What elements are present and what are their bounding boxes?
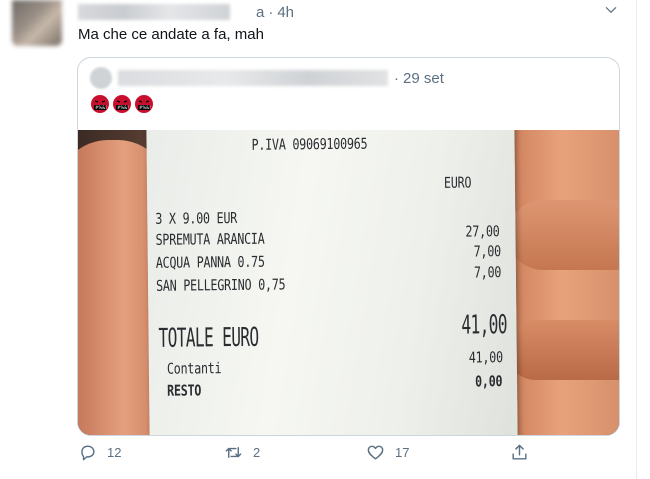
svg-text:#%&!: #%&!	[139, 105, 151, 110]
receipt-line-label: 3 X 9.00 EUR	[155, 208, 238, 228]
chevron-down-icon[interactable]	[604, 3, 618, 17]
reply-icon	[81, 445, 95, 461]
quoted-author-avatar	[90, 67, 112, 89]
svg-text:#%&!: #%&!	[117, 105, 129, 110]
share-button[interactable]	[510, 443, 539, 462]
timeline-divider	[636, 0, 637, 479]
like-button[interactable]: 17	[366, 443, 409, 462]
author-name-blurred[interactable]	[78, 4, 230, 20]
receipt-line-amount: 7,00	[473, 242, 502, 261]
photo-hand-fold	[508, 200, 619, 270]
like-count: 17	[395, 445, 410, 460]
receipt-line-label: ACQUA PANNA 0.75	[155, 252, 265, 272]
tweet-text: Ma che ce andate a fa, mah	[78, 26, 264, 43]
share-icon	[512, 444, 527, 460]
reply-button[interactable]: 12	[78, 443, 121, 462]
retweet-count: 2	[253, 445, 261, 460]
receipt-photo[interactable]: P.IVA 09069100965 EURO 3 X 9.00 EUR SPRE…	[78, 130, 619, 435]
quoted-header-separator: ·	[394, 69, 399, 87]
receipt-line-label: SAN PELLEGRINO 0,75	[155, 275, 286, 295]
receipt-vat-number: P.IVA 09069100965	[251, 134, 368, 154]
quoted-tweet-emojis: #%&! #%&! #%&!	[90, 94, 154, 114]
receipt-change-label: RESTO	[167, 381, 202, 400]
quoted-tweet[interactable]: · 29 set #%&! #%&! #%&! P.IVA 0906910096…	[77, 57, 620, 436]
face-with-symbols-on-mouth-icon: #%&!	[91, 95, 109, 113]
tweet-actions: 12 2 17	[78, 443, 618, 467]
receipt-change-amount: 0,00	[474, 372, 503, 391]
receipt-line-amount: 27,00	[465, 222, 500, 241]
receipt-currency-header: EURO	[443, 173, 472, 192]
tweet-timestamp[interactable]: 4h	[277, 4, 294, 21]
face-with-symbols-on-mouth-icon: #%&!	[113, 95, 131, 113]
receipt-line-amount: 7,00	[473, 263, 502, 282]
author-handle[interactable]: a	[256, 4, 264, 21]
receipt-total-label: TOTALE EURO	[158, 322, 259, 354]
quoted-tweet-date: 29 set	[403, 69, 444, 87]
svg-text:#%&!: #%&!	[95, 105, 107, 110]
face-with-symbols-on-mouth-icon: #%&!	[135, 95, 153, 113]
quoted-author-name-blurred	[118, 70, 388, 86]
retweet-icon	[225, 447, 242, 458]
receipt-cash-amount: 41,00	[468, 348, 503, 367]
receipt-total-amount: 41,00	[461, 310, 508, 341]
reply-count: 12	[107, 445, 122, 460]
tweet-header: a · 4h	[78, 2, 294, 22]
receipt: P.IVA 09069100965 EURO 3 X 9.00 EUR SPRE…	[146, 130, 518, 435]
author-avatar[interactable]	[12, 0, 62, 46]
retweet-button[interactable]: 2	[224, 443, 260, 462]
quoted-tweet-header: · 29 set	[90, 67, 444, 89]
photo-hand-fold	[506, 320, 619, 380]
header-separator: ·	[268, 3, 274, 21]
receipt-cash-label: Contanti	[166, 359, 222, 378]
heart-icon	[367, 445, 384, 460]
receipt-line-label: SPREMUTA ARANCIA	[155, 229, 265, 249]
